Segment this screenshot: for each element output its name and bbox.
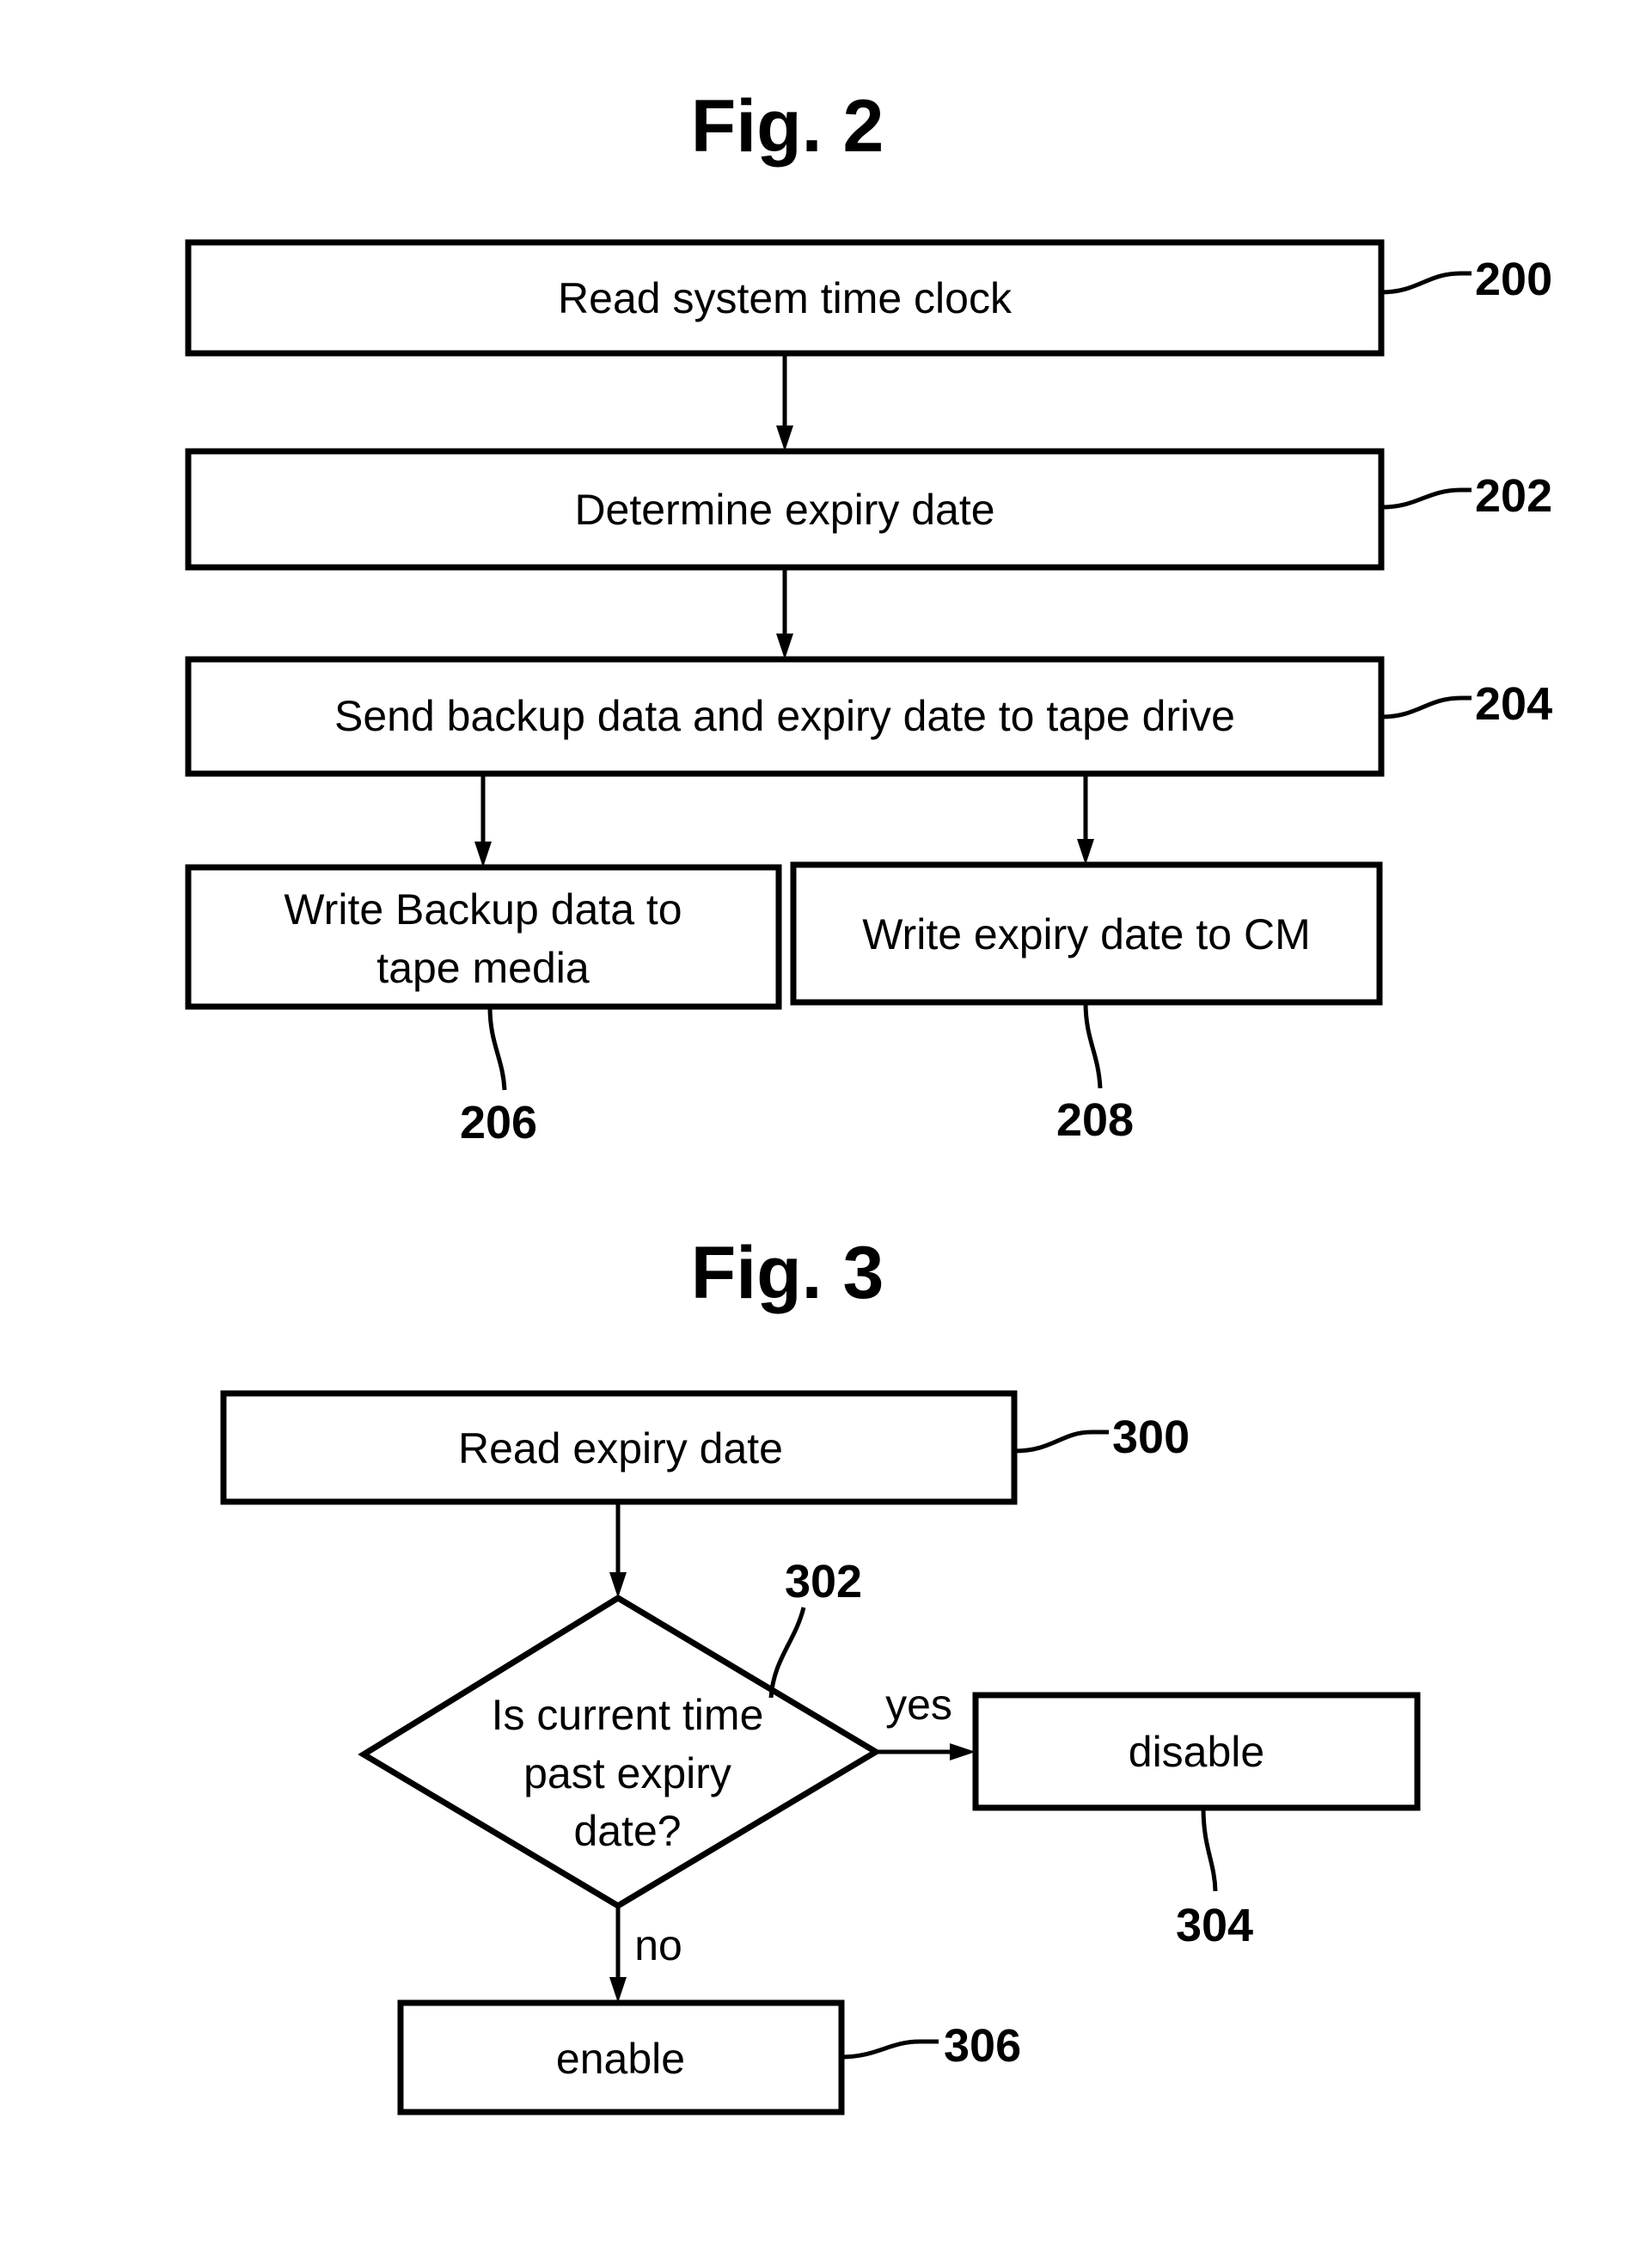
arrowhead-icon <box>474 842 492 867</box>
arrowhead-icon <box>1077 839 1094 865</box>
reference-numeral: 302 <box>785 1556 862 1607</box>
leader-line <box>768 1607 806 1699</box>
arrowhead-icon <box>950 1743 976 1760</box>
node-300: Read expiry date 300 <box>220 1390 1190 1505</box>
arrowhead-icon <box>609 1977 627 2003</box>
node-306: enable 306 <box>397 1999 1021 2115</box>
node-label-line2: tape media <box>376 944 590 992</box>
node-202: Determine expiry date 202 <box>185 448 1552 571</box>
leader-line <box>1380 271 1472 295</box>
reference-numeral: 306 <box>944 2020 1021 2072</box>
node-label: Read expiry date <box>458 1424 783 1472</box>
node-label: Write expiry date to CM <box>862 910 1310 958</box>
fig2-title: Fig. 2 <box>691 85 884 168</box>
leader-line <box>1083 1001 1103 1089</box>
node-label-line2: past expiry <box>523 1749 731 1797</box>
arrowhead-icon <box>776 634 793 659</box>
leader-line <box>487 1006 507 1091</box>
node-label: Determine expiry date <box>574 486 994 534</box>
reference-numeral: 202 <box>1475 470 1552 522</box>
reference-numeral: 206 <box>460 1097 537 1148</box>
node-label-line1: Write Backup data to <box>284 885 682 934</box>
node-204: Send backup data and expiry date to tape… <box>185 656 1552 777</box>
reference-numeral: 304 <box>1176 1900 1253 1951</box>
node-302: Is current time past expiry date? 302 <box>358 1556 882 1910</box>
arrowhead-icon <box>609 1572 627 1598</box>
arrowhead-icon <box>776 426 793 451</box>
node-200: Read system time clock 200 <box>185 239 1552 357</box>
node-label: Read system time clock <box>558 274 1013 322</box>
node-label-line1: Is current time <box>492 1691 764 1739</box>
leader-line <box>1380 487 1472 510</box>
node-label: enable <box>556 2035 685 2083</box>
node-label: Send backup data and expiry date to tape… <box>334 692 1235 740</box>
leader-line <box>1013 1430 1109 1454</box>
reference-numeral: 208 <box>1056 1094 1134 1146</box>
leader-line <box>1380 695 1472 719</box>
leader-line <box>841 2039 939 2060</box>
node-208: Write expiry date to CM 208 <box>790 861 1383 1146</box>
node-label: disable <box>1129 1728 1264 1776</box>
edge-label-no: no <box>634 1921 682 1969</box>
reference-numeral: 300 <box>1112 1411 1190 1463</box>
fig2-edges <box>474 353 1094 867</box>
node-label-line3: date? <box>573 1807 681 1855</box>
reference-numeral: 204 <box>1475 678 1552 730</box>
patent-drawing: Fig. 2 Read system time clock 200 Determ… <box>185 85 1552 2115</box>
edge-label-yes: yes <box>885 1681 952 1729</box>
reference-numeral: 200 <box>1475 254 1552 305</box>
node-206: Write Backup data to tape media 206 <box>185 864 782 1148</box>
leader-line <box>1201 1807 1218 1892</box>
node-304: disable 304 <box>972 1692 1421 1951</box>
fig3-title: Fig. 3 <box>691 1232 884 1314</box>
